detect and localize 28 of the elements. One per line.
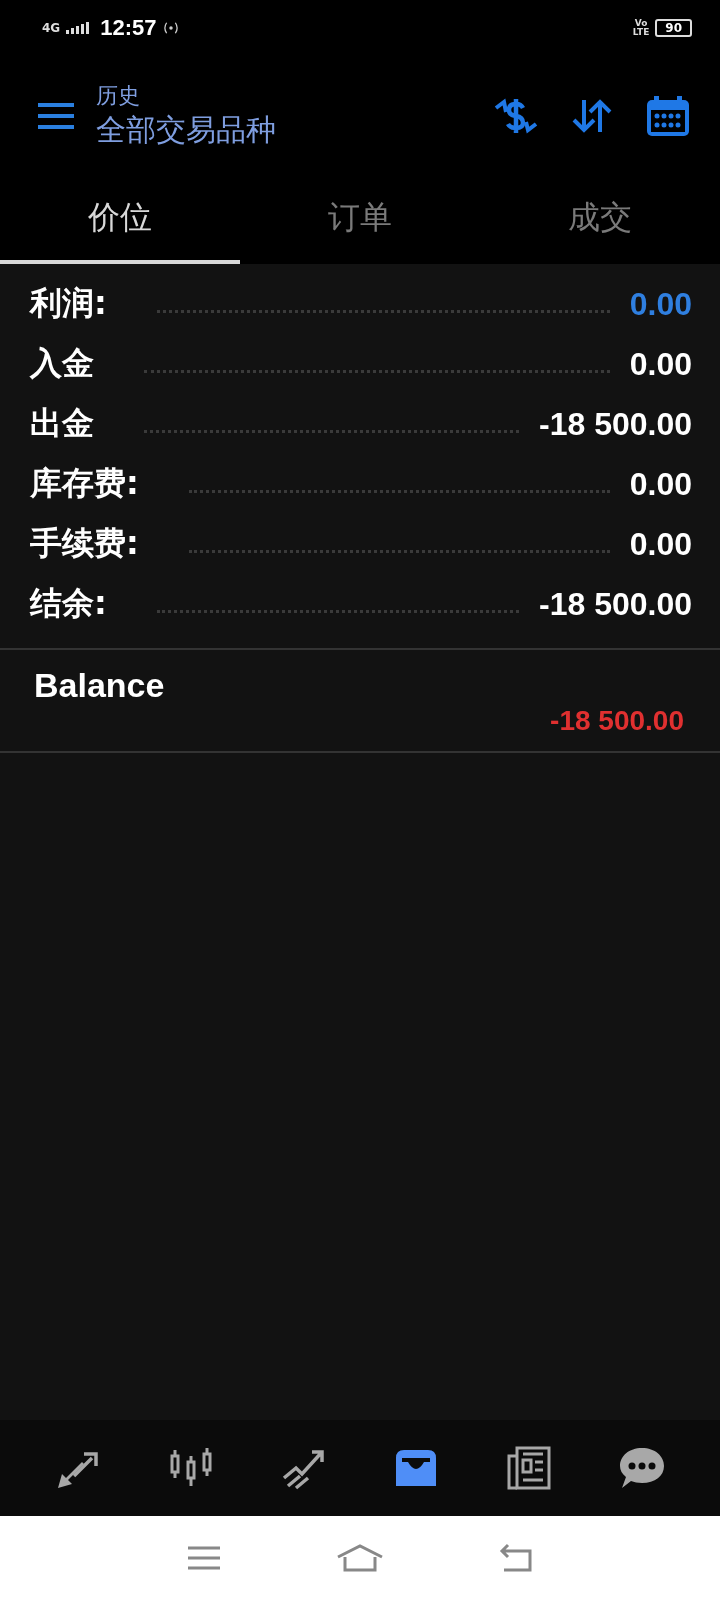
signal-icon: [66, 22, 91, 34]
summary-label: 结余:: [30, 583, 107, 624]
tab[interactable]: 订单: [240, 176, 480, 264]
battery-indicator: 90: [655, 19, 692, 37]
summary-value: 0.00: [629, 465, 692, 503]
tab[interactable]: 成交: [480, 176, 720, 264]
deal-title: Balance: [34, 666, 165, 705]
hotspot-icon: [162, 21, 181, 35]
summary-value: 0.00: [629, 525, 692, 563]
summary-label: 库存费:: [30, 463, 139, 504]
summary-value: -18 500.00: [539, 405, 692, 443]
deal-amount: -18 500.00: [550, 705, 684, 737]
summary-label: 出金: [30, 403, 94, 444]
header-title[interactable]: 全部交易品种: [96, 109, 492, 149]
summary-value: 0.00: [629, 345, 692, 383]
calendar-button[interactable]: [644, 94, 692, 138]
summary-label: 利润:: [30, 283, 107, 324]
clock-time: 12:57: [100, 15, 157, 41]
back-button[interactable]: [497, 1543, 534, 1573]
volte-label: Vo LTE: [632, 19, 650, 37]
summary-label: 入金: [30, 343, 94, 384]
summary-value: -18 500.00: [539, 585, 692, 623]
recent-apps-button[interactable]: [186, 1544, 223, 1572]
network-label: 4G: [42, 21, 61, 35]
summary-value: 0.00: [629, 285, 692, 323]
summary-label: 手续费:: [30, 523, 139, 564]
home-button[interactable]: [335, 1543, 385, 1573]
header-subtitle: 历史: [96, 83, 141, 110]
